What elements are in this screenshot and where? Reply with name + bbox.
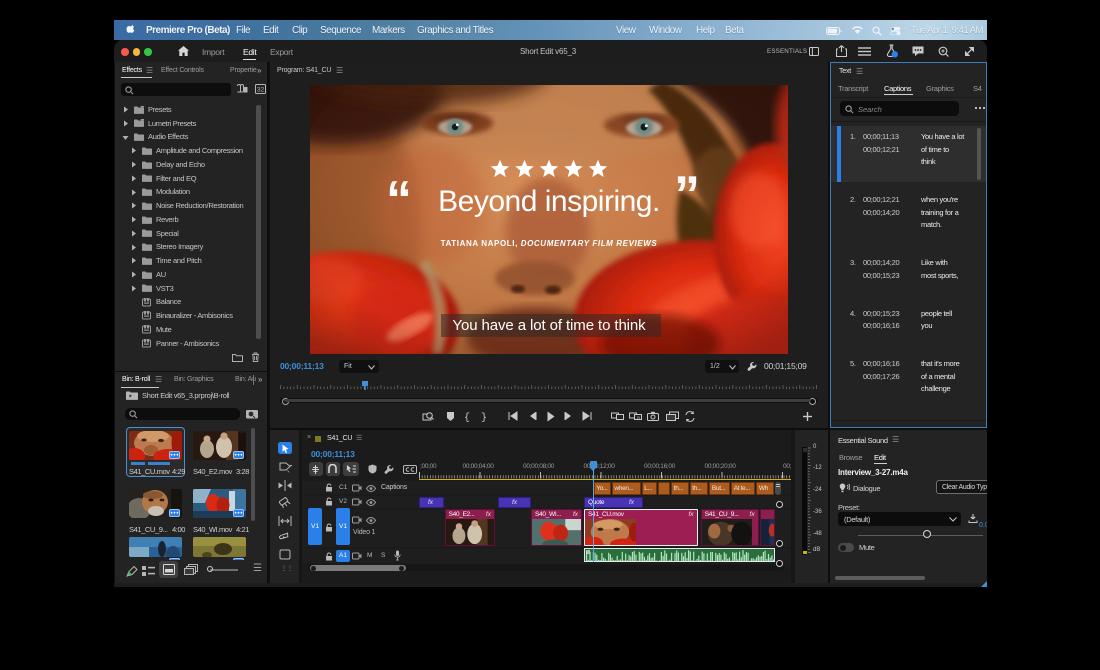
svg-text:{: { bbox=[464, 412, 470, 422]
svg-text:32: 32 bbox=[257, 87, 265, 94]
svg-text:a: a bbox=[637, 416, 640, 422]
svg-text:}: } bbox=[481, 412, 487, 422]
